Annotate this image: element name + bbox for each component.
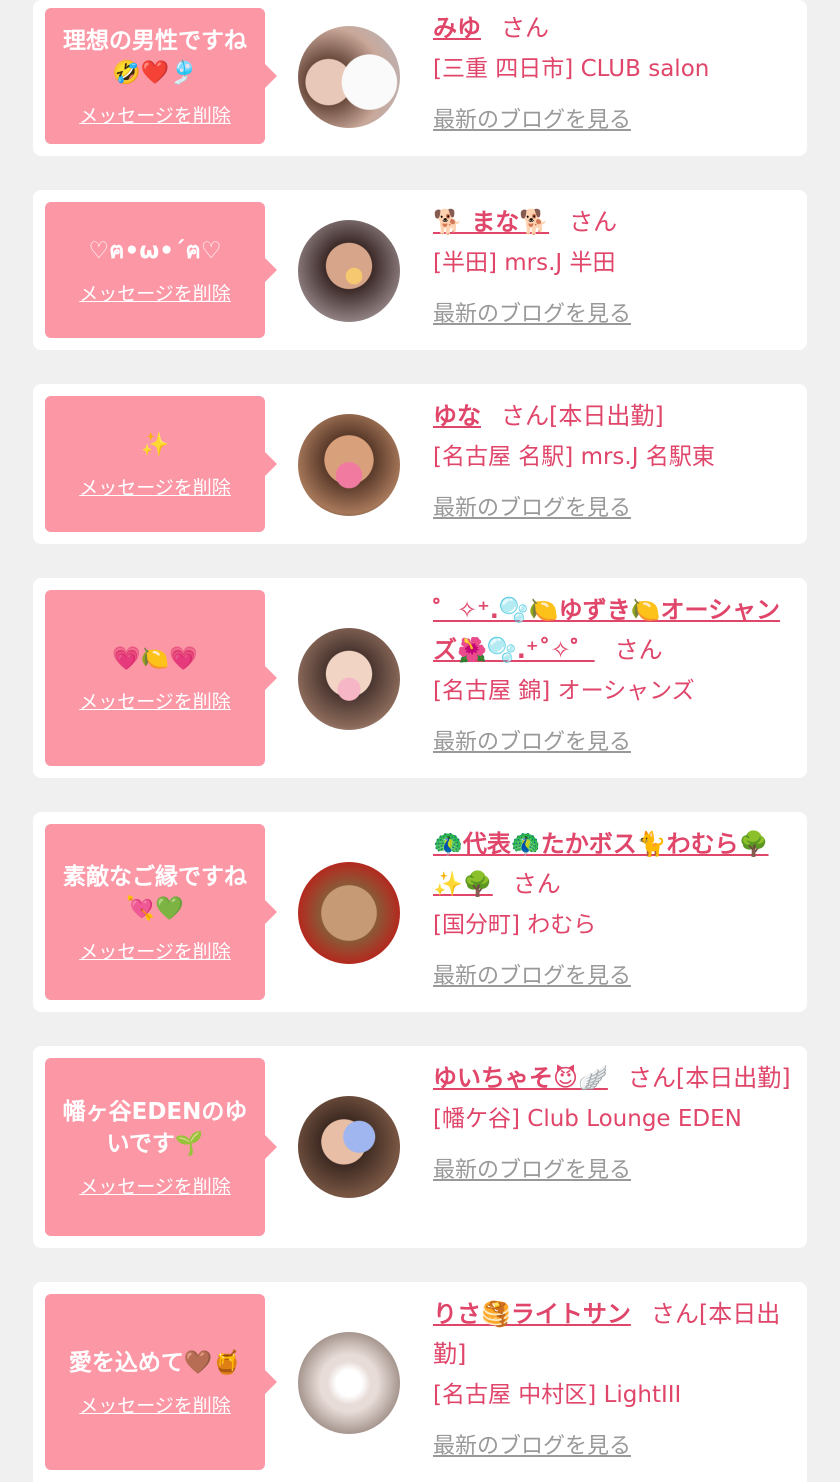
shop-name: [名古屋 中村区] LightIII [433, 1382, 682, 1408]
avatar[interactable] [298, 1332, 400, 1434]
delete-message-link[interactable]: メッセージを削除 [79, 279, 231, 306]
latest-blog-link[interactable]: 最新のブログを見る [433, 724, 631, 756]
message-bubble: 💗🍋💗 メッセージを削除 [45, 590, 277, 766]
avatar[interactable] [298, 862, 400, 964]
message-text: 素敵なご縁ですね 💘💚 [63, 863, 247, 922]
message-card: 💗🍋💗 メッセージを削除 ゜✧⁺.🫧🍋ゆずき🍋オーシャンズ🌺🫧.⁺˚✧゜ さん [… [33, 578, 807, 778]
avatar[interactable] [298, 220, 400, 322]
message-bubble: ♡ฅ•ω•´ฅ♡ メッセージを削除 [45, 202, 277, 338]
message-card: 理想の男性ですね🤣❤️🎐 メッセージを削除 みゆ さん [三重 四日市] CLUB… [33, 0, 807, 156]
avatar[interactable] [298, 1096, 400, 1198]
message-bubble: ✨ メッセージを削除 [45, 396, 277, 532]
honorific: さん[本日出勤] [627, 1064, 791, 1092]
delete-message-link[interactable]: メッセージを削除 [79, 1172, 231, 1199]
message-bubble: 幡ヶ谷EDENのゆいです🌱 メッセージを削除 [45, 1058, 277, 1236]
profile-info: ゆいちゃそ😈🪽 さん[本日出勤] [幡ケ谷] Club Lounge EDEN 最… [433, 1058, 798, 1184]
profile-name-link[interactable]: りさ🥞ライトサン [433, 1300, 631, 1328]
avatar[interactable] [298, 414, 400, 516]
shop-name: [国分町] わむら [433, 912, 597, 938]
profile-info: ゆな さん[本日出勤] [名古屋 名駅] mrs.J 名駅東 最新のブログを見る [433, 396, 798, 522]
shop-name: [名古屋 名駅] mrs.J 名駅東 [433, 444, 715, 470]
profile-info: ゜✧⁺.🫧🍋ゆずき🍋オーシャンズ🌺🫧.⁺˚✧゜ さん [名古屋 錦] オーシャンズ… [433, 590, 798, 756]
message-card: 素敵なご縁ですね 💘💚 メッセージを削除 🦚代表🦚たかボス🐈わむら🌳✨🌳 さん [… [33, 812, 807, 1012]
delete-message-link[interactable]: メッセージを削除 [79, 1391, 231, 1418]
profile-info: りさ🥞ライトサン さん[本日出勤] [名古屋 中村区] LightIII 最新のブ… [433, 1294, 798, 1460]
profile-name-link[interactable]: ゜✧⁺.🫧🍋ゆずき🍋オーシャンズ🌺🫧.⁺˚✧゜ [433, 596, 780, 664]
delete-message-link[interactable]: メッセージを削除 [79, 937, 231, 964]
message-text: ✨ [140, 431, 170, 458]
message-card: ✨ メッセージを削除 ゆな さん[本日出勤] [名古屋 名駅] mrs.J 名駅東… [33, 384, 807, 544]
latest-blog-link[interactable]: 最新のブログを見る [433, 296, 631, 328]
honorific: さん [614, 636, 663, 664]
profile-name-link[interactable]: ゆいちゃそ😈🪽 [433, 1064, 608, 1092]
message-bubble: 素敵なご縁ですね 💘💚 メッセージを削除 [45, 824, 277, 1000]
profile-info: 🐕 まな🐕 さん [半田] mrs.J 半田 最新のブログを見る [433, 202, 798, 328]
message-card: 幡ヶ谷EDENのゆいです🌱 メッセージを削除 ゆいちゃそ😈🪽 さん[本日出勤] [… [33, 1046, 807, 1248]
profile-name-link[interactable]: 🦚代表🦚たかボス🐈わむら🌳✨🌳 [433, 830, 769, 898]
profile-info: みゆ さん [三重 四日市] CLUB salon 最新のブログを見る [433, 8, 798, 134]
delete-message-link[interactable]: メッセージを削除 [79, 101, 231, 128]
shop-name: [名古屋 錦] オーシャンズ [433, 678, 695, 704]
honorific: さん [512, 870, 561, 898]
message-card: 愛を込めて🤎🍯 メッセージを削除 りさ🥞ライトサン さん[本日出勤] [名古屋 中… [33, 1282, 807, 1482]
shop-name: [幡ケ谷] Club Lounge EDEN [433, 1106, 742, 1132]
message-text: 幡ヶ谷EDENのゆいです🌱 [62, 1098, 248, 1157]
avatar[interactable] [298, 26, 400, 128]
profile-name-link[interactable]: ゆな [433, 402, 481, 430]
shop-name: [半田] mrs.J 半田 [433, 250, 616, 276]
latest-blog-link[interactable]: 最新のブログを見る [433, 490, 631, 522]
shop-name: [三重 四日市] CLUB salon [433, 56, 710, 82]
honorific: さん [569, 208, 618, 236]
profile-name-link[interactable]: 🐕 まな🐕 [433, 208, 549, 236]
latest-blog-link[interactable]: 最新のブログを見る [433, 958, 631, 990]
delete-message-link[interactable]: メッセージを削除 [79, 687, 231, 714]
message-text: 理想の男性ですね🤣❤️🎐 [63, 27, 247, 86]
honorific: さん[本日出勤] [501, 402, 664, 430]
message-bubble: 愛を込めて🤎🍯 メッセージを削除 [45, 1294, 277, 1470]
delete-message-link[interactable]: メッセージを削除 [79, 473, 231, 500]
profile-name-link[interactable]: みゆ [433, 14, 481, 42]
message-bubble: 理想の男性ですね🤣❤️🎐 メッセージを削除 [45, 8, 277, 144]
profile-info: 🦚代表🦚たかボス🐈わむら🌳✨🌳 さん [国分町] わむら 最新のブログを見る [433, 824, 798, 990]
honorific: さん [501, 14, 549, 42]
latest-blog-link[interactable]: 最新のブログを見る [433, 1428, 631, 1460]
message-card: ♡ฅ•ω•´ฅ♡ メッセージを削除 🐕 まな🐕 さん [半田] mrs.J 半田 … [33, 190, 807, 350]
latest-blog-link[interactable]: 最新のブログを見る [433, 1152, 631, 1184]
message-text: 💗🍋💗 [112, 645, 198, 672]
latest-blog-link[interactable]: 最新のブログを見る [433, 102, 631, 134]
message-text: ♡ฅ•ω•´ฅ♡ [88, 237, 222, 264]
message-text: 愛を込めて🤎🍯 [68, 1349, 242, 1376]
avatar[interactable] [298, 628, 400, 730]
